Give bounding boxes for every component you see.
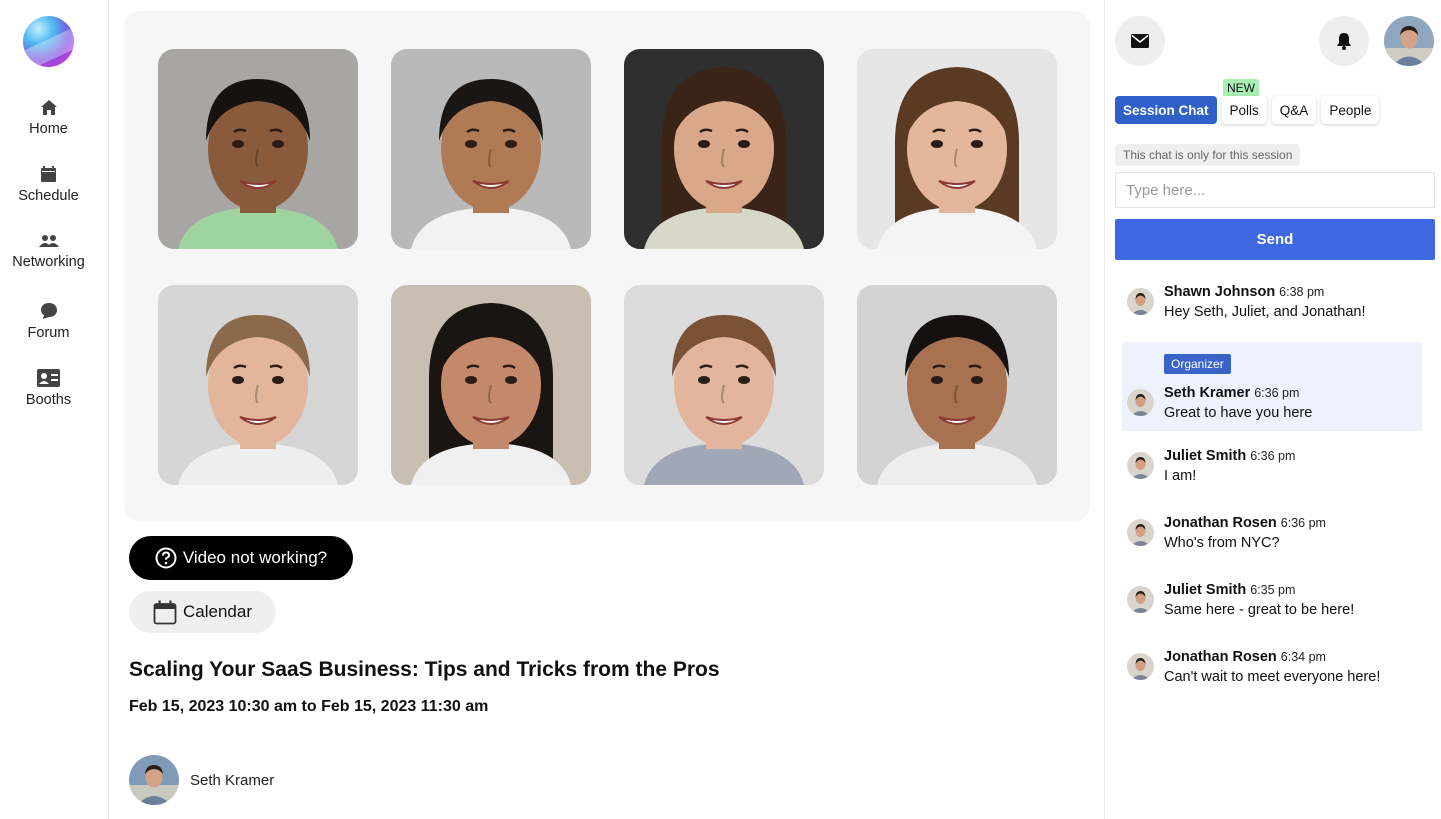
organizer-badge: Organizer <box>1164 354 1231 374</box>
calendar-label: Calendar <box>183 602 252 621</box>
home-icon <box>40 100 57 115</box>
video-tile[interactable] <box>391 285 591 485</box>
message-time: 6:36 pm <box>1254 386 1300 400</box>
tab-polls[interactable]: Polls <box>1221 96 1267 124</box>
nav-label-booths: Booths <box>25 392 72 408</box>
video-help-label: Video not working? <box>182 548 328 567</box>
nav-label-schedule: Schedule <box>18 188 79 204</box>
chat-message: Organizer Seth Kramer 6:36 pm Great to have… <box>1122 342 1422 431</box>
message-author[interactable]: Jonathan Rosen 6:36 pm <box>1164 515 1326 531</box>
chat-message: Shawn Johnson 6:38 pm Hey Seth, Juliet, an… <box>1122 281 1422 325</box>
session-title: Scaling Your SaaS Business: Tips and Tri… <box>129 658 720 681</box>
tab-session-chat[interactable]: Session Chat <box>1115 96 1217 124</box>
message-author[interactable]: Shawn Johnson 6:38 pm <box>1164 284 1324 300</box>
speaker[interactable]: Seth Kramer <box>129 755 274 805</box>
session-date-range: Feb 15, 2023 10:30 am to Feb 15, 2023 11… <box>129 698 489 715</box>
video-tile[interactable] <box>857 49 1057 249</box>
message-avatar[interactable] <box>1127 653 1154 680</box>
nav-label-networking: Networking <box>12 254 85 270</box>
video-tile[interactable] <box>158 49 358 249</box>
chat-tabs: Session Chat Polls Q&A People <box>1115 96 1380 124</box>
app-logo[interactable] <box>23 16 74 67</box>
speaker-avatar <box>129 755 179 805</box>
calendar-icon <box>41 166 56 182</box>
video-tile[interactable] <box>624 285 824 485</box>
participant-face-image <box>391 285 591 485</box>
question-circle-icon <box>155 547 177 569</box>
message-text: Same here - great to be here! <box>1164 602 1355 618</box>
user-avatar[interactable] <box>1384 16 1434 66</box>
speaker-name: Seth Kramer <box>190 771 275 789</box>
message-time: 6:36 pm <box>1280 516 1326 530</box>
notifications-button[interactable] <box>1319 16 1369 66</box>
participant-face-image <box>624 285 824 485</box>
tab-qa[interactable]: Q&A <box>1271 96 1317 124</box>
chat-message: Juliet Smith 6:36 pm I am! <box>1122 445 1422 489</box>
new-badge: NEW <box>1223 79 1259 97</box>
participant-face-image <box>158 49 358 249</box>
chat-message: Juliet Smith 6:35 pm Same here - great to … <box>1122 579 1422 623</box>
message-text: Can't wait to meet everyone here! <box>1164 669 1381 685</box>
people-icon <box>38 235 59 247</box>
message-avatar[interactable] <box>1127 389 1154 416</box>
message-author[interactable]: Seth Kramer 6:36 pm <box>1164 385 1299 401</box>
message-avatar[interactable] <box>1127 586 1154 613</box>
participant-face-image <box>391 49 591 249</box>
message-avatar[interactable] <box>1127 288 1154 315</box>
video-tile[interactable] <box>624 49 824 249</box>
video-help-button[interactable]: Video not working? <box>129 536 353 580</box>
calendar-outline-icon <box>153 600 177 624</box>
message-time: 6:38 pm <box>1279 285 1325 299</box>
left-sidebar: Home Schedule Networking Forum Booths <box>0 0 109 819</box>
message-text: Who's from NYC? <box>1164 535 1280 551</box>
participant-face-image <box>158 285 358 485</box>
nav-item-booths[interactable]: Booths <box>0 369 97 408</box>
message-text: Great to have you here <box>1164 405 1313 421</box>
video-tile[interactable] <box>158 285 358 485</box>
bell-icon <box>1337 33 1351 50</box>
chat-bubble-icon <box>40 303 57 319</box>
nav-item-networking[interactable]: Networking <box>0 234 97 270</box>
participant-face-image <box>857 49 1057 249</box>
message-time: 6:35 pm <box>1250 583 1296 597</box>
mail-icon <box>1131 34 1149 48</box>
user-avatar-image <box>1384 16 1434 66</box>
message-time: 6:34 pm <box>1280 650 1326 664</box>
chat-panel: NEW Session Chat Polls Q&A People This c… <box>1104 0 1441 819</box>
nav-label-home: Home <box>29 121 68 137</box>
id-card-icon <box>37 369 60 387</box>
video-tile[interactable] <box>857 285 1057 485</box>
message-avatar[interactable] <box>1127 519 1154 546</box>
calendar-button[interactable]: Calendar <box>129 591 276 633</box>
video-tile[interactable] <box>391 49 591 249</box>
participant-face-image <box>857 285 1057 485</box>
nav-item-home[interactable]: Home <box>0 99 97 137</box>
chat-message: Jonathan Rosen 6:36 pm Who's from NYC? <box>1122 512 1422 556</box>
message-time: 6:36 pm <box>1250 449 1296 463</box>
message-author[interactable]: Juliet Smith 6:36 pm <box>1164 448 1295 464</box>
tab-people[interactable]: People <box>1321 96 1380 124</box>
nav-item-forum[interactable]: Forum <box>0 302 97 341</box>
message-avatar[interactable] <box>1127 452 1154 479</box>
message-author[interactable]: Jonathan Rosen 6:34 pm <box>1164 649 1326 665</box>
nav-item-schedule[interactable]: Schedule <box>0 166 97 204</box>
participant-face-image <box>624 49 824 249</box>
messages-button[interactable] <box>1115 16 1165 66</box>
message-author[interactable]: Juliet Smith 6:35 pm <box>1164 582 1295 598</box>
message-text: I am! <box>1164 468 1197 484</box>
chat-scope-note: This chat is only for this session <box>1115 144 1301 166</box>
nav-label-forum: Forum <box>27 325 70 341</box>
chat-message: Jonathan Rosen 6:34 pm Can't wait to meet … <box>1122 646 1422 690</box>
send-button[interactable]: Send <box>1115 219 1435 260</box>
message-text: Hey Seth, Juliet, and Jonathan! <box>1164 304 1366 320</box>
video-grid-panel <box>124 11 1090 521</box>
chat-message-input[interactable] <box>1115 172 1435 208</box>
